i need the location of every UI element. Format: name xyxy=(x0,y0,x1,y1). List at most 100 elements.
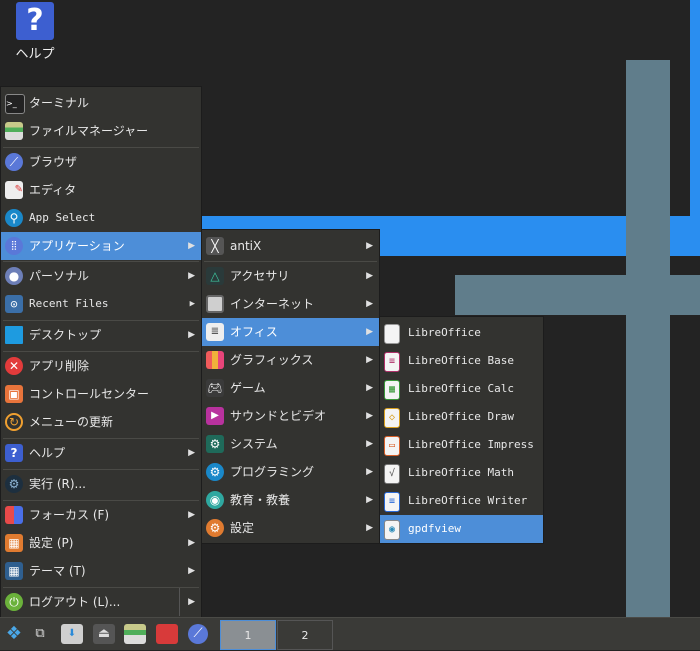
office-item-libreoffice-writer[interactable]: ≡ LibreOffice Writer xyxy=(380,487,543,515)
office-item-libreoffice-math[interactable]: √ LibreOffice Math xyxy=(380,459,543,487)
eject-icon[interactable]: ⏏ xyxy=(93,624,115,644)
antix-icon: ╳ xyxy=(206,237,224,255)
menu-item-applications[interactable]: ⣿ アプリケーション ▶ xyxy=(1,232,201,260)
submenu-item-settings[interactable]: ⚙ 設定 ▶ xyxy=(202,514,379,542)
submenu-item-education[interactable]: ◉ 教育・教養 ▶ xyxy=(202,486,379,514)
menu-item-editor[interactable]: ✎ エディタ xyxy=(1,176,201,204)
menu-item-label: フォーカス (F) xyxy=(29,508,110,522)
menu-item-label: パーソナル xyxy=(29,269,90,283)
menu-item-label: LibreOffice Calc xyxy=(408,382,514,395)
menu-item-label: Recent Files xyxy=(29,297,109,310)
desktop-icon xyxy=(5,326,23,344)
submenu-arrow-icon: ▶ xyxy=(188,330,195,340)
menu-item-browser[interactable]: ⟋ ブラウザ xyxy=(1,148,201,176)
menu-item-theme[interactable]: ▦ テーマ (T) ▶ xyxy=(1,557,201,585)
run-icon: ⚙ xyxy=(5,475,23,493)
sound-video-icon: ▶ xyxy=(206,407,224,425)
submenu-item-games[interactable]: 🎮︎ ゲーム ▶ xyxy=(202,374,379,402)
menu-item-help[interactable]: ? ヘルプ ▶ xyxy=(1,439,201,467)
folder-icon[interactable] xyxy=(156,624,178,644)
submenu-arrow-icon: ▶ xyxy=(366,241,373,251)
submenu-item-office[interactable]: ≣ オフィス ▶ xyxy=(202,318,379,346)
menu-item-label: LibreOffice xyxy=(408,326,481,339)
window-list-icon[interactable]: ⧉ xyxy=(29,624,51,644)
submenu-arrow-icon: ▶ xyxy=(179,588,195,616)
menu-item-label: プログラミング xyxy=(230,465,315,479)
submenu-arrow-icon: ▶ xyxy=(366,327,373,337)
menu-item-refresh-menu[interactable]: ↻ メニューの更新 xyxy=(1,408,201,436)
submenu-item-antix[interactable]: ╳ antiX ▶ xyxy=(202,232,379,260)
menu-item-label: ゲーム xyxy=(230,381,266,395)
theme-icon: ▦ xyxy=(5,562,23,580)
menu-item-label: テーマ (T) xyxy=(29,564,86,578)
menu-item-label: デスクトップ xyxy=(29,328,102,342)
office-item-gpdfview[interactable]: ◉ gpdfview xyxy=(380,515,543,543)
refresh-menu-icon: ↻ xyxy=(5,413,23,431)
menu-item-control-center[interactable]: ▣ コントロールセンター xyxy=(1,380,201,408)
graphics-icon xyxy=(206,351,224,369)
menu-item-desktop[interactable]: デスクトップ ▶ xyxy=(1,321,201,349)
menu-item-personal[interactable]: ● パーソナル ▶ xyxy=(1,262,201,290)
menu-item-remove-app[interactable]: ✕ アプリ削除 xyxy=(1,352,201,380)
office-item-libreoffice-impress[interactable]: ▭ LibreOffice Impress xyxy=(380,431,543,459)
submenu-arrow-icon: ▶ xyxy=(366,299,373,309)
system-icon: ⚙ xyxy=(206,435,224,453)
main-menu: >_ ターミナル ファイルマネージャー ⟋ ブラウザ ✎ エディタ ⚲ App … xyxy=(0,86,202,618)
menu-item-label: antiX xyxy=(230,239,262,253)
menu-item-label: 設定 xyxy=(230,521,255,535)
office-item-libreoffice-calc[interactable]: ▦ LibreOffice Calc xyxy=(380,375,543,403)
submenu-item-sound-video[interactable]: ▶ サウンドとビデオ ▶ xyxy=(202,402,379,430)
logout-icon: ⏻ xyxy=(5,593,23,611)
office-item-libreoffice-draw[interactable]: ◇ LibreOffice Draw xyxy=(380,403,543,431)
education-icon: ◉ xyxy=(206,491,224,509)
libreoffice-impress-icon: ▭ xyxy=(384,436,400,456)
submenu-item-graphics[interactable]: グラフィックス ▶ xyxy=(202,346,379,374)
menu-item-label: アクセサリ xyxy=(230,269,290,283)
menu-item-label: 教育・教養 xyxy=(230,493,291,507)
submenu-arrow-icon: ▶ xyxy=(366,355,373,365)
menu-item-label: エディタ xyxy=(29,183,77,197)
libreoffice-draw-icon: ◇ xyxy=(384,408,400,428)
menu-item-recent-files[interactable]: ⊙ Recent Files ▶ xyxy=(1,290,201,318)
menu-item-app-select[interactable]: ⚲ App Select xyxy=(1,204,201,232)
menu-item-label: 設定 (P) xyxy=(29,536,74,550)
submenu-arrow-icon: ▶ xyxy=(366,271,373,281)
desktop-help-shortcut[interactable]: ? ヘルプ xyxy=(10,2,60,62)
terminal-icon: >_ xyxy=(5,94,25,114)
menu-item-label: 実行 (R)... xyxy=(29,477,86,491)
menu-item-terminal[interactable]: >_ ターミナル xyxy=(1,89,201,117)
libreoffice-base-icon: ≡ xyxy=(384,352,400,372)
menu-item-label: コントロールセンター xyxy=(29,387,150,401)
menu-item-label: グラフィックス xyxy=(230,353,314,367)
libreoffice-writer-icon: ≡ xyxy=(384,492,400,512)
accessories-icon: △ xyxy=(206,267,224,285)
libreoffice-math-icon: √ xyxy=(384,464,400,484)
menu-item-run[interactable]: ⚙ 実行 (R)... xyxy=(1,470,201,498)
submenu-arrow-icon: ▶ xyxy=(188,538,195,548)
start-menu-icon[interactable]: ❖ xyxy=(3,624,25,644)
menu-item-label: オフィス xyxy=(230,325,278,339)
menu-item-label: ブラウザ xyxy=(29,155,78,169)
file-manager-icon xyxy=(5,122,23,140)
focus-icon xyxy=(5,506,23,524)
submenu-item-programming[interactable]: ⚙ プログラミング ▶ xyxy=(202,458,379,486)
submenu-item-system[interactable]: ⚙ システム ▶ xyxy=(202,430,379,458)
workspace-2[interactable]: 2 xyxy=(277,620,333,650)
menu-item-focus[interactable]: フォーカス (F) ▶ xyxy=(1,501,201,529)
submenu-arrow-icon: ▶ xyxy=(188,271,195,281)
browser-icon[interactable]: ⟋ xyxy=(188,624,208,644)
settings-icon: ⚙ xyxy=(206,519,224,537)
submenu-item-accessories[interactable]: △ アクセサリ ▶ xyxy=(202,262,379,290)
file-manager-icon[interactable] xyxy=(124,624,146,644)
office-item-libreoffice[interactable]: LibreOffice xyxy=(380,319,543,347)
menu-item-logout[interactable]: ⏻ ログアウト (L)... ▶ xyxy=(1,588,201,616)
office-item-libreoffice-base[interactable]: ≡ LibreOffice Base xyxy=(380,347,543,375)
menu-item-label: アプリケーション xyxy=(29,239,125,253)
submenu-item-internet[interactable]: インターネット ▶ xyxy=(202,290,379,318)
usb-drive-icon[interactable]: ⬇ xyxy=(61,624,83,644)
workspace-1[interactable]: 1 xyxy=(220,620,276,650)
menu-item-settings[interactable]: ▦ 設定 (P) ▶ xyxy=(1,529,201,557)
menu-item-file-manager[interactable]: ファイルマネージャー xyxy=(1,117,201,145)
submenu-arrow-icon: ▶ xyxy=(366,495,373,505)
menu-item-label: gpdfview xyxy=(408,522,461,535)
